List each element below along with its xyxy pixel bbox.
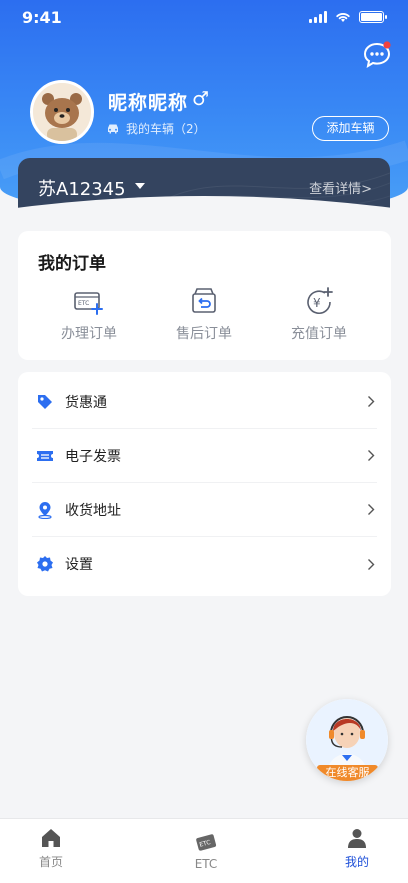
order-item-label: 售后订单: [176, 326, 232, 342]
gear-icon: [37, 556, 53, 572]
order-processing-button[interactable]: ETC 办理订单: [44, 287, 134, 343]
my-vehicles-link[interactable]: 我的车辆（2）: [106, 120, 206, 137]
battery-icon: [359, 11, 387, 23]
online-service-label: 在线客服: [317, 765, 378, 781]
my-orders-title: 我的订单: [38, 254, 106, 274]
my-vehicles-label: 我的车辆（2）: [126, 122, 206, 136]
car-icon: [108, 124, 118, 134]
menu-item-label: 货惠通: [65, 394, 107, 411]
tab-mine[interactable]: 我的: [317, 827, 397, 870]
svg-text:ETC: ETC: [78, 300, 89, 307]
menu-item-huohuitong[interactable]: 货惠通: [32, 375, 377, 429]
etc-card-plus-icon: ETC: [74, 292, 103, 315]
gender-male-icon: ♂: [192, 88, 210, 110]
svg-text:¥: ¥: [313, 296, 321, 310]
menu-item-shipping-address[interactable]: 收货地址: [32, 483, 377, 537]
chevron-right-icon: [368, 396, 375, 407]
chevron-right-icon: [368, 450, 375, 461]
chevron-right-icon: [368, 558, 375, 570]
add-vehicle-button[interactable]: 添加车辆: [312, 116, 389, 141]
menu-item-e-invoice[interactable]: 电子发票: [32, 429, 377, 483]
chevron-right-icon: [368, 504, 375, 515]
bottom-tab-bar: 首页 ETC ETC 我的: [0, 818, 408, 883]
my-orders-card: 我的订单 ETC 办理订单 售后订单 ¥ 充值订单: [18, 231, 391, 360]
person-icon: [348, 829, 366, 848]
settings-menu-card: 货惠通 电子发票 收货地址 设置: [18, 372, 391, 596]
signal-icon: [309, 11, 327, 23]
nickname: 昵称昵称: [108, 92, 189, 114]
order-item-label: 充值订单: [291, 326, 347, 342]
wifi-icon: [336, 13, 350, 22]
etc-icon: ETC: [196, 834, 217, 851]
order-item-label: 办理订单: [61, 326, 117, 342]
plate-dropdown-icon[interactable]: [135, 183, 145, 189]
ticket-icon: [37, 450, 53, 461]
online-service-button[interactable]: 在线客服: [306, 699, 388, 781]
home-icon: [42, 829, 60, 847]
menu-item-settings[interactable]: 设置: [32, 537, 377, 591]
tab-label: 首页: [38, 855, 63, 869]
bear-avatar-icon: [33, 83, 91, 141]
tab-home[interactable]: 首页: [11, 827, 91, 870]
tag-icon: [38, 394, 52, 409]
header-curve: [0, 196, 408, 230]
menu-item-label: 收货地址: [65, 502, 121, 519]
after-sales-order-button[interactable]: 售后订单: [159, 287, 249, 343]
avatar[interactable]: [30, 80, 94, 144]
status-time: 9:41: [22, 8, 62, 27]
tab-label: ETC: [194, 857, 218, 871]
message-chat-icon[interactable]: [362, 40, 392, 70]
tab-label: 我的: [344, 855, 369, 869]
tab-etc[interactable]: ETC ETC: [166, 831, 246, 871]
recharge-order-button[interactable]: ¥ 充值订单: [274, 287, 364, 343]
menu-item-label: 电子发票: [65, 448, 121, 465]
yuan-plus-icon: ¥: [307, 287, 333, 314]
status-bar: 9:41: [0, 8, 408, 30]
return-box-icon: [192, 288, 216, 313]
menu-item-label: 设置: [65, 557, 93, 573]
location-pin-icon: [38, 501, 52, 519]
